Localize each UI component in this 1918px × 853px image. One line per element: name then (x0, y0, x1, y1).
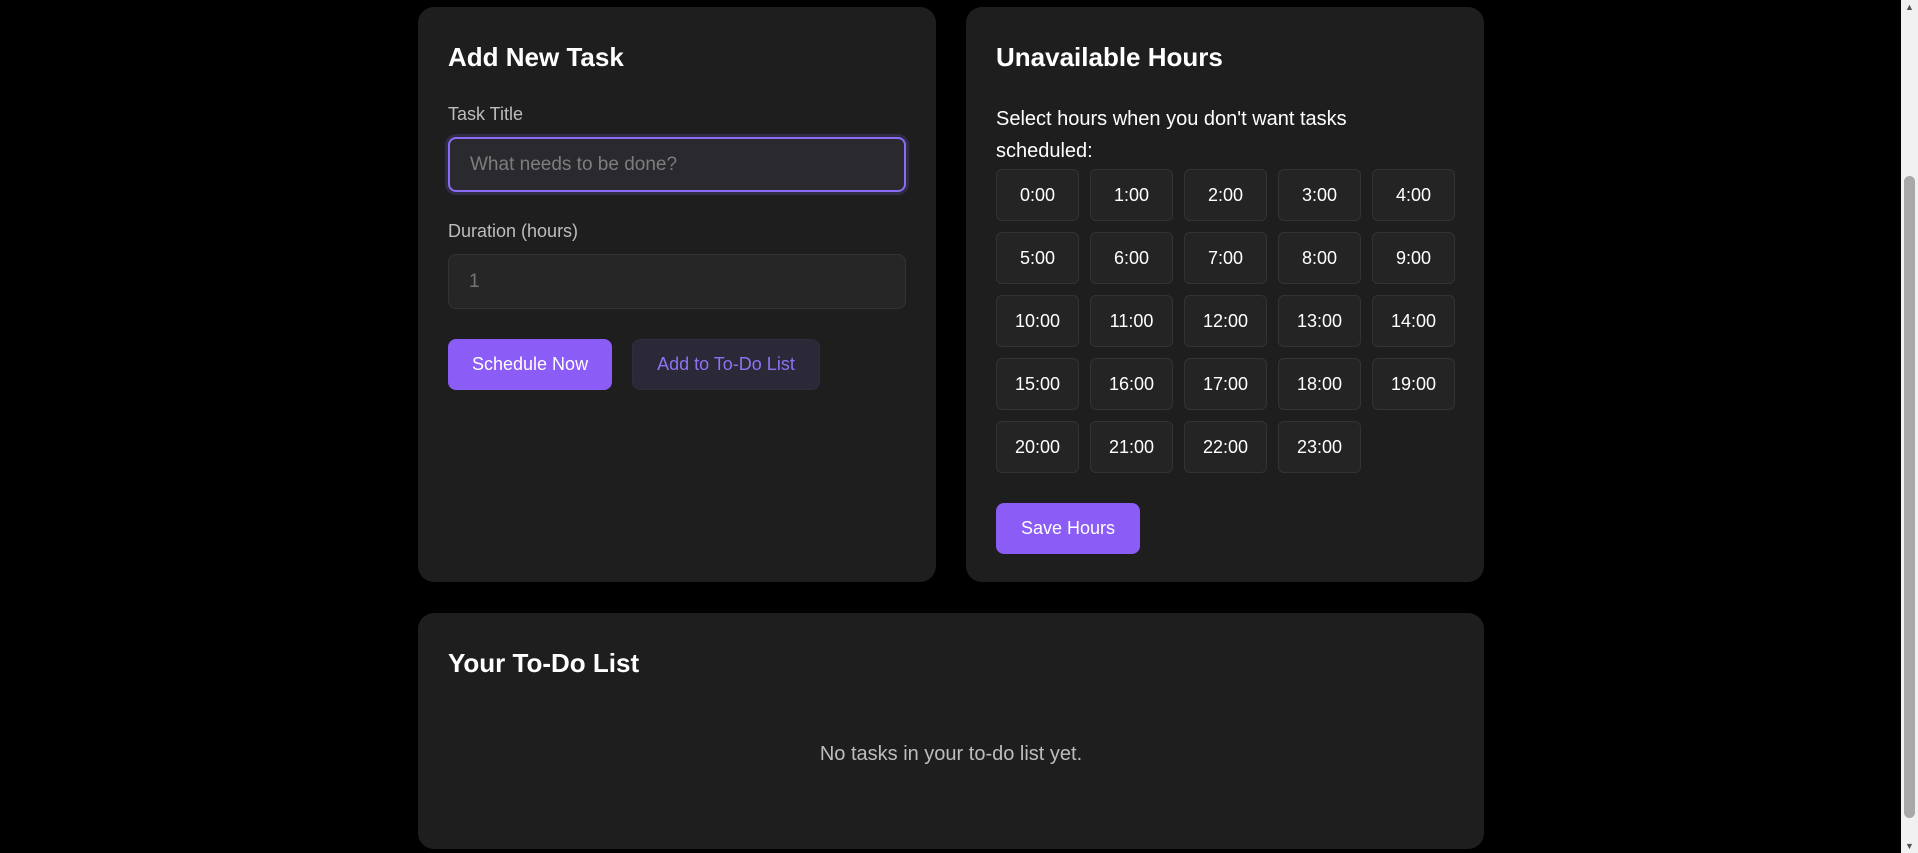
scroll-up-icon[interactable]: ▲ (1901, 0, 1918, 14)
unavailable-hours-card: Unavailable Hours Select hours when you … (966, 7, 1484, 582)
todo-list-card: Your To-Do List No tasks in your to-do l… (418, 613, 1484, 849)
hour-button[interactable]: 0:00 (996, 169, 1079, 221)
scrollbar-thumb[interactable] (1904, 176, 1915, 818)
hour-button[interactable]: 2:00 (1184, 169, 1267, 221)
hour-button[interactable]: 10:00 (996, 295, 1079, 347)
duration-label: Duration (hours) (448, 221, 579, 241)
hour-button[interactable]: 6:00 (1090, 232, 1173, 284)
unavailable-hours-intro: Select hours when you don't want tasks s… (996, 108, 1347, 162)
hour-button[interactable]: 5:00 (996, 232, 1079, 284)
hour-button[interactable]: 21:00 (1090, 421, 1173, 473)
app-page: Add New Task Task Title Duration (hours)… (0, 0, 1918, 853)
unavailable-hours-heading: Unavailable Hours (996, 42, 1223, 72)
add-task-heading: Add New Task (448, 42, 624, 72)
hour-button[interactable]: 23:00 (1278, 421, 1361, 473)
hour-button[interactable]: 15:00 (996, 358, 1079, 410)
hour-button[interactable]: 12:00 (1184, 295, 1267, 347)
task-title-input[interactable] (448, 137, 906, 192)
duration-input[interactable] (448, 254, 906, 309)
hour-button[interactable]: 19:00 (1372, 358, 1455, 410)
hour-button[interactable]: 9:00 (1372, 232, 1455, 284)
hour-button[interactable]: 13:00 (1278, 295, 1361, 347)
save-hours-button[interactable]: Save Hours (996, 503, 1141, 554)
todo-list-heading: Your To-Do List (448, 648, 640, 678)
hour-button[interactable]: 17:00 (1184, 358, 1267, 410)
hour-button[interactable]: 3:00 (1278, 169, 1361, 221)
hour-button[interactable]: 14:00 (1372, 295, 1455, 347)
page-scrollbar[interactable]: ▲ ▼ (1901, 0, 1918, 853)
add-to-todo-button[interactable]: Add to To-Do List (632, 339, 820, 390)
hour-button[interactable]: 4:00 (1372, 169, 1455, 221)
hours-grid: 0:00 1:00 2:00 3:00 4:00 5:00 6:00 7:00 8:00 9:00… (996, 169, 1455, 473)
add-task-actions: Schedule Now Add to To-Do List (448, 339, 906, 390)
hour-button[interactable]: 1:00 (1090, 169, 1173, 221)
hour-button[interactable]: 11:00 (1090, 295, 1173, 347)
hour-button[interactable]: 16:00 (1090, 358, 1173, 410)
hour-button[interactable]: 22:00 (1184, 421, 1267, 473)
hour-button[interactable]: 8:00 (1278, 232, 1361, 284)
hour-button[interactable]: 18:00 (1278, 358, 1361, 410)
todo-empty-message: No tasks in your to-do list yet. (819, 743, 1083, 765)
task-title-label: Task Title (448, 104, 524, 124)
scroll-down-icon[interactable]: ▼ (1901, 839, 1918, 853)
schedule-now-button[interactable]: Schedule Now (448, 339, 613, 390)
add-task-card: Add New Task Task Title Duration (hours)… (418, 7, 936, 582)
hour-button[interactable]: 7:00 (1184, 232, 1267, 284)
hour-button[interactable]: 20:00 (996, 421, 1079, 473)
